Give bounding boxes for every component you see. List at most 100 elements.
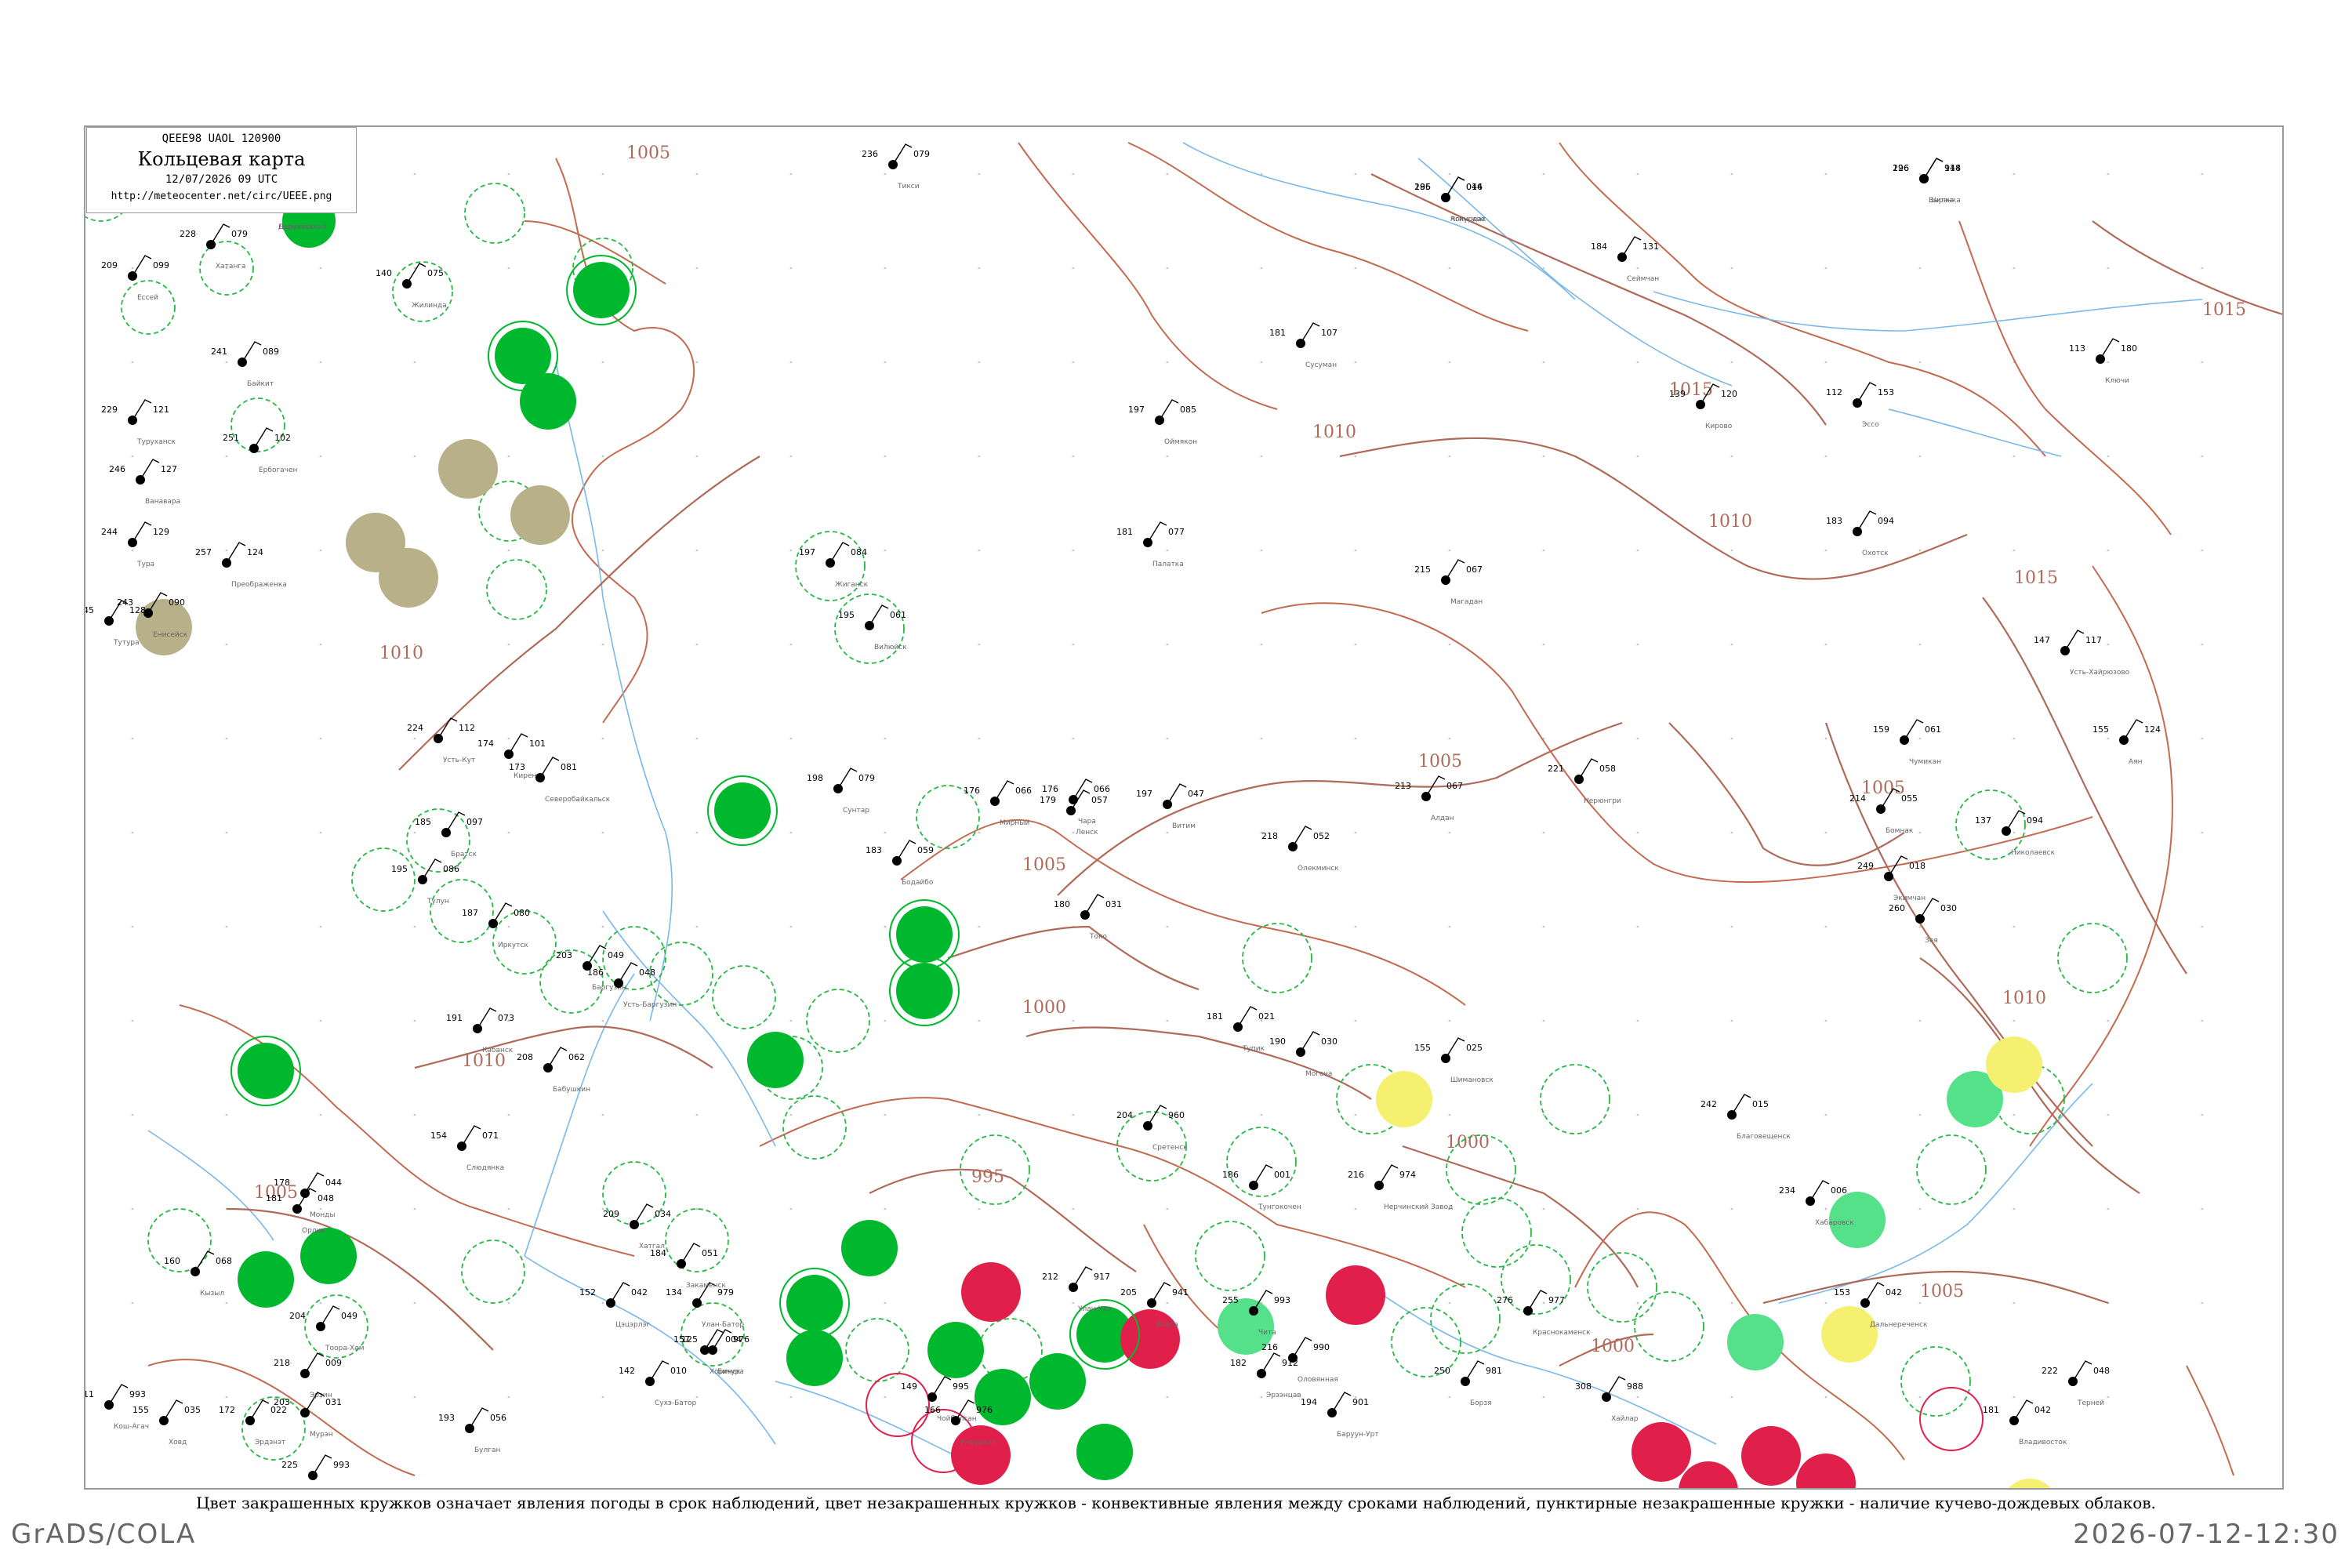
- station-name: Кирово: [1705, 423, 1733, 430]
- station-temperature: 152: [579, 1287, 596, 1298]
- station-pressure: 049: [341, 1311, 358, 1321]
- station-pressure: 124: [2144, 724, 2161, 735]
- station-temperature: 183: [866, 845, 882, 855]
- station-name: Слюдянка: [466, 1164, 504, 1172]
- station-temperature: 181: [266, 1193, 282, 1203]
- station-pressure: 990: [1313, 1342, 1330, 1352]
- isobar-label: 1015: [2202, 300, 2246, 320]
- station-pressure: 129: [153, 527, 169, 537]
- station-name: Нерчинск: [278, 223, 314, 231]
- station-name: Олекминск: [1298, 865, 1339, 873]
- station-temperature: 204: [1116, 1110, 1133, 1120]
- station-name: Бабушкин: [553, 1086, 590, 1094]
- station-temperature: 139: [1669, 389, 1686, 399]
- station-name: Борзя: [1470, 1399, 1492, 1407]
- station-pressure: 025: [1466, 1043, 1483, 1053]
- station-temperature: 190: [1269, 1036, 1286, 1047]
- station-name: Хабаровск: [1815, 1219, 1854, 1227]
- station-pressure: 021: [1258, 1011, 1275, 1022]
- station-temperature: 174: [477, 739, 494, 749]
- station-name: Токо: [1089, 933, 1107, 941]
- station-name: Ербогачен: [259, 466, 298, 474]
- station-pressure: 988: [1627, 1381, 1643, 1392]
- station-pressure: 121: [153, 405, 169, 415]
- station-name: Владивосток: [2019, 1439, 2067, 1446]
- station-pressure: 086: [443, 864, 459, 874]
- station-temperature: 218: [1261, 831, 1278, 841]
- station-pressure: 057: [1091, 795, 1108, 805]
- station-temperature: 224: [407, 723, 423, 733]
- station-temperature: 160: [164, 1256, 180, 1266]
- station-temperature: 196: [1893, 163, 1909, 173]
- station-temperature: 249: [1857, 861, 1874, 871]
- station-name: Енисейск: [153, 631, 188, 639]
- station-pressure: 079: [858, 773, 875, 783]
- station-name: Эрдэнэт: [255, 1439, 285, 1446]
- isobar-label: 1005: [1861, 779, 1905, 798]
- station-name: Тулун: [426, 898, 449, 906]
- station-name: Николаевск: [2011, 849, 2056, 857]
- station-pressure: 993: [1274, 1295, 1290, 1305]
- station-pressure: 061: [1925, 724, 1941, 735]
- station-pressure: 153: [1878, 387, 1894, 397]
- station-pressure: 066: [1094, 784, 1110, 794]
- station-name: Орлик: [302, 1227, 325, 1235]
- station-name: Бичура: [717, 1368, 744, 1376]
- station-name: Тутура: [113, 639, 140, 647]
- footer-credit: GrADS/COLA: [11, 1519, 197, 1550]
- station-temperature: 255: [1222, 1295, 1239, 1305]
- station-name: Мурэн: [310, 1431, 333, 1439]
- station-temperature: 245: [85, 605, 94, 615]
- station-name: Магадан: [1450, 598, 1483, 606]
- map-info-box: QEEE98 UAOL 120900 Кольцевая карта 12/07…: [86, 127, 357, 213]
- station-name: Преображенка: [231, 581, 287, 589]
- station-pressure: 097: [466, 817, 483, 827]
- station-name: Братск: [451, 851, 477, 858]
- station-pressure: 124: [247, 547, 263, 557]
- isobar-label: 1010: [2002, 989, 2046, 1008]
- station-name: Чара: [1078, 818, 1096, 826]
- station-temperature: 172: [219, 1405, 235, 1415]
- station-temperature: 241: [211, 347, 227, 357]
- station-name: Тоора-Хем: [325, 1345, 364, 1352]
- station-name: Сретенск: [1152, 1144, 1188, 1152]
- station-name: Эссо: [1862, 421, 1879, 429]
- station-pressure: 061: [890, 610, 906, 620]
- synoptic-map: 1015 1015 1010 1010 1015 1010 1005 1005 …: [84, 125, 2284, 1490]
- station-temperature: 181: [1207, 1011, 1223, 1022]
- station-name: Алдан: [1431, 815, 1454, 822]
- station-temperature: 147: [2034, 635, 2050, 645]
- station-pressure: 974: [1399, 1170, 1416, 1180]
- map-canvas: 1015 1015 1010 1010 1015 1010 1005 1005 …: [85, 127, 2282, 1488]
- station-temperature: 153: [1834, 1287, 1850, 1298]
- station-temperature: 222: [2042, 1366, 2058, 1376]
- station-pressure: 055: [1901, 793, 1918, 804]
- station-pressure: 073: [498, 1013, 514, 1023]
- station-name: Агинское: [1450, 216, 1486, 223]
- station-pressure: 941: [1172, 1287, 1189, 1298]
- station-pressure: 127: [161, 464, 177, 474]
- station-pressure: 014: [1466, 182, 1483, 192]
- station-name: Кяхта: [1156, 1321, 1178, 1329]
- station-pressure: 056: [490, 1413, 506, 1423]
- station-temperature: 244: [101, 527, 118, 537]
- station-temperature: 236: [862, 149, 878, 159]
- station-temperature: 125: [681, 1334, 698, 1345]
- station-name: Бомнак: [1886, 827, 1914, 835]
- station-pressure: 049: [608, 950, 624, 960]
- station-temperature: 183: [1826, 516, 1842, 526]
- station-name: Усть-Баргузин: [623, 1001, 677, 1009]
- isobar-label: 1000: [1591, 1337, 1635, 1356]
- station-temperature: 225: [281, 1460, 298, 1470]
- station-pressure: 901: [1352, 1397, 1369, 1407]
- station-temperature: 197: [1128, 405, 1145, 415]
- station-pressure: 981: [1486, 1366, 1502, 1376]
- station-temperature: 216: [1348, 1170, 1364, 1180]
- station-temperature: 204: [289, 1311, 306, 1321]
- station-pressure: 131: [1642, 241, 1659, 252]
- station-pressure: 101: [529, 739, 546, 749]
- station-temperature: 176: [964, 786, 980, 796]
- station-temperature: 193: [438, 1413, 455, 1423]
- station-pressure: 022: [270, 1405, 287, 1415]
- station-pressure: 976: [976, 1405, 993, 1415]
